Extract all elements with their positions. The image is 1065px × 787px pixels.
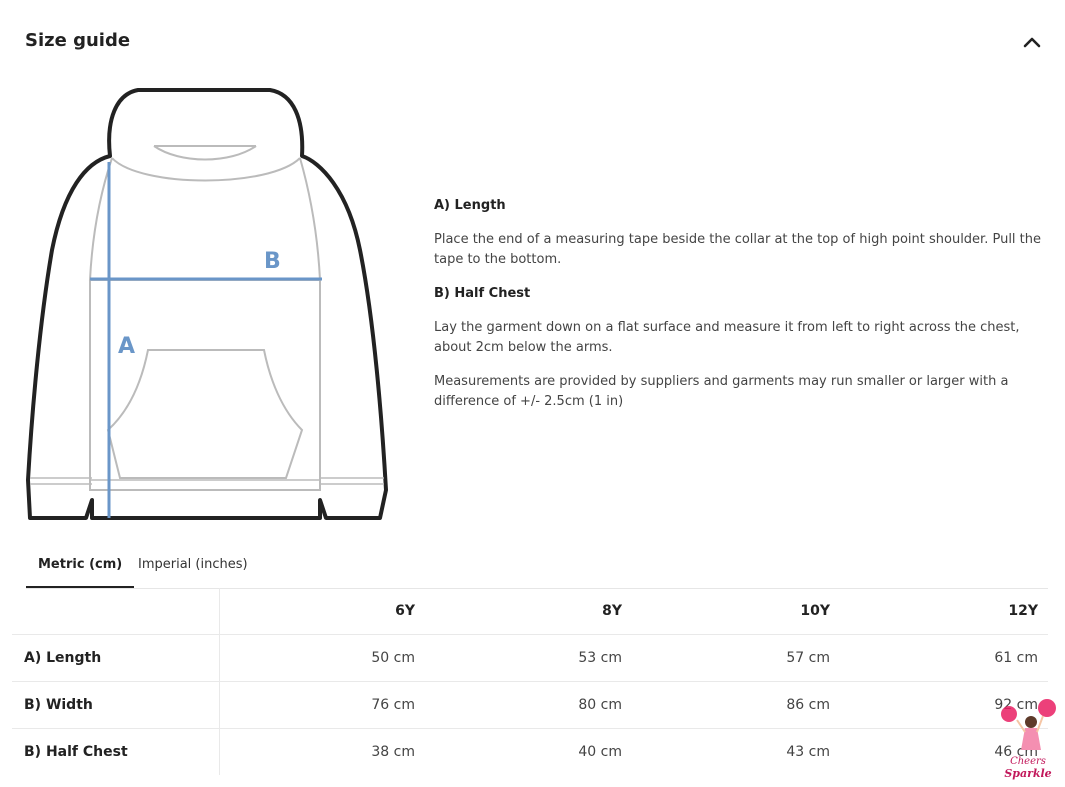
size-guide-header[interactable]: Size guide (25, 28, 1045, 58)
size-table: 6Y 8Y 10Y 12Y A) Length 50 cm 53 cm 57 c… (12, 588, 1048, 775)
label-b: B (264, 249, 281, 274)
table-header-row: 6Y 8Y 10Y 12Y (12, 588, 1048, 635)
cheers-sparkle-logo: Cheers Sparkle (1001, 699, 1056, 780)
table-cell: 50 cm (371, 650, 415, 666)
table-cell: 43 cm (786, 744, 830, 760)
chest-text: Lay the garment down on a flat surface a… (434, 320, 1020, 355)
unit-tabs: Metric (cm) Imperial (inches) (26, 548, 1048, 589)
svg-text:Cheers: Cheers (1010, 756, 1046, 767)
chest-heading: B) Half Chest (434, 286, 531, 301)
label-a: A (118, 334, 135, 359)
table-cell: 86 cm (786, 697, 830, 713)
table-cell: 38 cm (371, 744, 415, 760)
size-guide-panel: Size guide A B A) Length Place the end o… (0, 0, 1065, 787)
length-heading: A) Length (434, 198, 506, 213)
measurement-info: A) Length Place the end of a measuring t… (434, 196, 1042, 412)
table-row: A) Length 50 cm 53 cm 57 cm 61 cm (12, 635, 1048, 682)
column-header: 12Y (1008, 603, 1038, 619)
length-text: Place the end of a measuring tape beside… (434, 232, 1042, 267)
column-header: 8Y (602, 603, 622, 619)
row-label: A) Length (24, 650, 102, 666)
tab-metric[interactable]: Metric (cm) (26, 548, 135, 588)
table-cell: 80 cm (578, 697, 622, 713)
page-title: Size guide (25, 30, 131, 51)
chevron-up-icon[interactable] (1022, 34, 1042, 48)
tab-imperial[interactable]: Imperial (inches) (126, 548, 260, 586)
table-row: B) Half Chest 38 cm 40 cm 43 cm 46 cm (12, 729, 1048, 775)
column-header: 10Y (800, 603, 830, 619)
table-row: B) Width 76 cm 80 cm 86 cm 92 cm (12, 682, 1048, 729)
table-cell: 76 cm (371, 697, 415, 713)
hoodie-illustration: A B (26, 88, 388, 520)
svg-text:Sparkle: Sparkle (1004, 767, 1051, 780)
row-label: B) Half Chest (24, 744, 128, 760)
table-cell: 57 cm (786, 650, 830, 666)
row-label: B) Width (24, 697, 93, 713)
disclaimer-text: Measurements are provided by suppliers a… (434, 374, 1009, 409)
hoodie-outline (26, 88, 388, 520)
table-cell: 53 cm (578, 650, 622, 666)
table-cell: 40 cm (578, 744, 622, 760)
table-cell: 61 cm (994, 650, 1038, 666)
column-header: 6Y (395, 603, 415, 619)
